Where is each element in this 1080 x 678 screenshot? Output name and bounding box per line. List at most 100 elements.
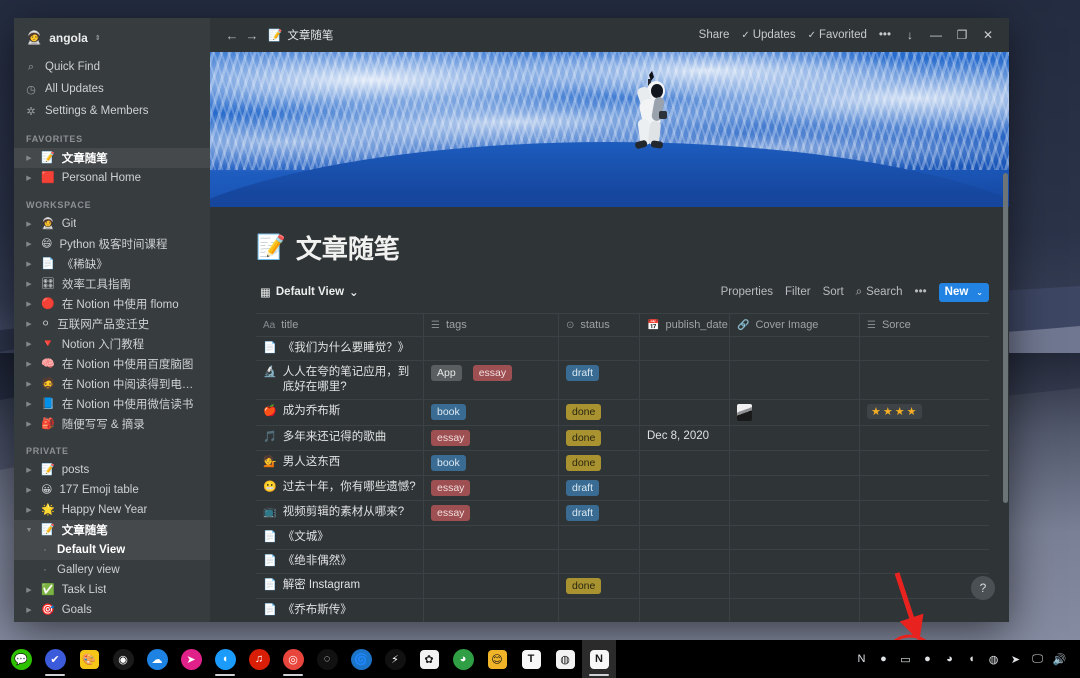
taskbar-magenta-cursor-icon[interactable]: ➤	[174, 640, 208, 678]
taskbar-notion-icon[interactable]: N	[582, 640, 616, 678]
cell-cover-image[interactable]	[730, 361, 860, 399]
cell-publish-date[interactable]	[640, 501, 730, 525]
cell-title[interactable]: 🎵 多年来还记得的歌曲	[256, 426, 424, 450]
forward-button[interactable]: →	[242, 28, 262, 43]
cell-tags[interactable]: book	[424, 451, 559, 475]
help-button[interactable]: ?	[971, 576, 995, 600]
taskbar-todo-check-icon[interactable]: ✔	[38, 640, 72, 678]
table-row[interactable]: 📄 解密 Instagram done	[256, 574, 989, 599]
taskbar-edge-icon[interactable]: 🌀	[344, 640, 378, 678]
sidebar-item-private-2[interactable]: ▶ 🌟 Happy New Year	[14, 500, 210, 520]
sidebar-item-workspace-2[interactable]: ▶ 📄 《稀缺》	[14, 254, 210, 274]
cell-status[interactable]: done	[559, 451, 640, 475]
sidebar-item-private-0[interactable]: ▶ 📝 posts	[14, 460, 210, 480]
table-row[interactable]: 📄 《文城》	[256, 526, 989, 550]
cell-sorce[interactable]	[860, 451, 989, 475]
cell-sorce[interactable]	[860, 550, 989, 573]
taskbar-yellow-face-icon[interactable]: 😊	[480, 640, 514, 678]
cell-title[interactable]: 🔬 人人在夸的笔记应用，到底好在哪里?	[256, 361, 424, 399]
sidebar-item-workspace-3[interactable]: ▶ 🎛 效率工具指南	[14, 274, 210, 294]
cell-sorce[interactable]	[860, 361, 989, 399]
cell-status[interactable]: draft	[559, 476, 640, 500]
blue-tray-icon[interactable]: ◖	[964, 652, 979, 667]
cell-cover-image[interactable]	[730, 337, 860, 360]
cursor-tray-icon[interactable]: ➤	[1008, 652, 1023, 667]
sidebar-item-quick-find[interactable]: ⌕ Quick Find	[14, 56, 210, 78]
sidebar-item-settings-members[interactable]: ✲ Settings & Members	[14, 100, 210, 122]
column-header-Cover Image[interactable]: 🔗 Cover Image	[730, 314, 860, 336]
chevron-right-icon[interactable]: ▶	[24, 586, 34, 594]
cell-status[interactable]: done	[559, 426, 640, 450]
cell-tags[interactable]: essay	[424, 476, 559, 500]
cell-cover-image[interactable]	[730, 451, 860, 475]
chevron-down-icon[interactable]: ▼	[24, 527, 34, 534]
cell-sorce[interactable]	[860, 501, 989, 525]
view-tab-default-view[interactable]: ▦ Default View ⌄	[256, 283, 363, 301]
cell-tags[interactable]	[424, 574, 559, 598]
cell-publish-date[interactable]	[640, 550, 730, 573]
sidebar-item-private-6[interactable]: ▶ ✅ Task List	[14, 580, 210, 600]
cell-tags[interactable]	[424, 526, 559, 549]
chevron-right-icon[interactable]: ▶	[24, 506, 34, 514]
column-header-Sorce[interactable]: ☰ Sorce	[860, 314, 989, 336]
cell-publish-date[interactable]	[640, 337, 730, 360]
chevron-right-icon[interactable]: ▶	[24, 280, 34, 288]
cell-title[interactable]: 💁 男人这东西	[256, 451, 424, 475]
cell-publish-date[interactable]	[640, 599, 730, 622]
table-row[interactable]: 📄 《绝非偶然》	[256, 550, 989, 574]
chevron-right-icon[interactable]: ▶	[24, 174, 34, 182]
column-header-title[interactable]: Aa title	[256, 314, 424, 336]
cell-sorce[interactable]	[860, 599, 989, 622]
cell-publish-date[interactable]	[640, 574, 730, 598]
chevron-right-icon[interactable]: ▶	[24, 240, 34, 248]
taskbar-green-app-icon[interactable]: ◕	[446, 640, 480, 678]
chevron-right-icon[interactable]: ▶	[24, 300, 34, 308]
cell-title[interactable]: 🍎 成为乔布斯	[256, 400, 424, 425]
back-button[interactable]: ←	[222, 28, 242, 43]
cell-tags[interactable]: essay	[424, 426, 559, 450]
sidebar-item-workspace-0[interactable]: ▶ 🧑‍🚀 Git	[14, 214, 210, 234]
vertical-scrollbar[interactable]	[1003, 173, 1008, 503]
cell-status[interactable]: done	[559, 400, 640, 425]
cell-tags[interactable]	[424, 550, 559, 573]
chevron-right-icon[interactable]: ▶	[24, 320, 34, 328]
cell-status[interactable]: draft	[559, 361, 640, 399]
sidebar-item-workspace-4[interactable]: ▶ 🔴 在 Notion 中使用 flomo	[14, 294, 210, 314]
sort-button[interactable]: Sort	[817, 283, 850, 301]
cell-sorce[interactable]: ★★★★	[860, 400, 989, 425]
cell-cover-image[interactable]	[730, 476, 860, 500]
table-row[interactable]: 📄 《乔布斯传》	[256, 599, 989, 622]
notion-tray-icon[interactable]: N	[854, 652, 869, 667]
filter-button[interactable]: Filter	[779, 283, 817, 301]
cell-publish-date[interactable]: Dec 8, 2020	[640, 426, 730, 450]
cell-sorce[interactable]	[860, 426, 989, 450]
chevron-right-icon[interactable]: ▶	[24, 606, 34, 614]
cell-status[interactable]	[559, 526, 640, 549]
breadcrumb[interactable]: 📝 文章随笔	[268, 27, 333, 43]
cell-status[interactable]	[559, 599, 640, 622]
orange-tray-icon[interactable]: ●	[876, 652, 891, 667]
updates-button[interactable]: ✓ Updates	[735, 27, 801, 43]
sidebar-item-favorite-personal-home[interactable]: ▶ 🟥 Personal Home	[14, 168, 210, 188]
page-title[interactable]: 📝 文章随笔	[256, 207, 989, 280]
sidebar-item-private-1[interactable]: ▶ 😀 177 Emoji table	[14, 480, 210, 500]
cell-publish-date[interactable]	[640, 451, 730, 475]
cell-cover-image[interactable]	[730, 599, 860, 622]
taskbar-yellow-app-icon[interactable]: 🎨	[72, 640, 106, 678]
column-header-tags[interactable]: ☰ tags	[424, 314, 559, 336]
green-red-tray-icon[interactable]: ◕	[942, 652, 957, 667]
volume-tray-icon[interactable]: 🔊	[1052, 652, 1067, 667]
cell-sorce[interactable]	[860, 476, 989, 500]
table-row[interactable]: 😬 过去十年，你有哪些遗憾? essay draft	[256, 476, 989, 501]
cell-tags[interactable]: App essay	[424, 361, 559, 399]
cell-cover-image[interactable]	[730, 526, 860, 549]
sidebar-item-workspace-7[interactable]: ▶ 🧠 在 Notion 中使用百度脑图	[14, 354, 210, 374]
page-cover-image[interactable]	[210, 52, 1009, 207]
sidebar-item-private-3[interactable]: ▼ 📝 文章随笔	[14, 520, 210, 540]
chevron-right-icon[interactable]: ▶	[24, 260, 34, 268]
cell-title[interactable]: 📄 《我们为什么要睡觉？》	[256, 337, 424, 360]
more-options-button[interactable]: •••	[873, 27, 897, 43]
maximize-button[interactable]: ❐	[949, 28, 975, 42]
table-row[interactable]: 🎵 多年来还记得的歌曲 essay done Dec 8, 2020	[256, 426, 989, 451]
chevron-right-icon[interactable]: ▶	[24, 154, 34, 162]
